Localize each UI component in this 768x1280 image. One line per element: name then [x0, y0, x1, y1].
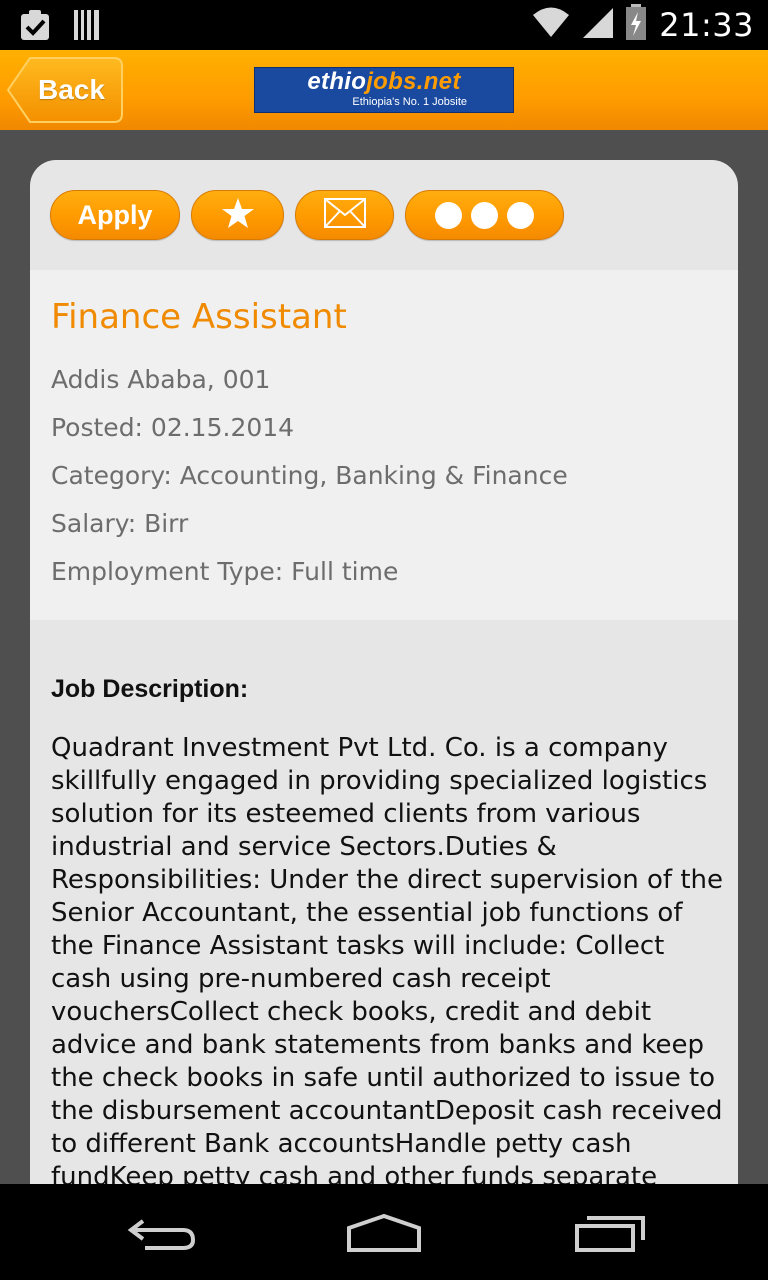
home-nav-icon — [339, 1213, 429, 1262]
back-button[interactable]: Back — [6, 56, 124, 124]
navigation-bar — [0, 1184, 768, 1280]
barcode-icon — [74, 10, 100, 45]
logo-tagline: Ethiopia's No. 1 Jobsite — [352, 96, 467, 108]
description-text: Quadrant Investment Pvt Ltd. Co. is a co… — [51, 733, 723, 1184]
task-check-icon — [18, 8, 52, 47]
recents-nav-icon — [565, 1216, 655, 1262]
wifi-icon — [531, 6, 571, 43]
back-nav-icon — [115, 1219, 205, 1262]
recents-nav-button[interactable] — [565, 1208, 655, 1258]
job-location: Addis Ababa, 001 — [51, 365, 271, 394]
battery-charging-icon — [625, 4, 647, 45]
email-button[interactable] — [295, 190, 394, 240]
more-icon-dot-1 — [435, 201, 462, 229]
signal-icon — [583, 6, 614, 43]
job-title: Finance Assistant — [51, 297, 347, 337]
job-employment-type: Employment Type: Full time — [51, 557, 399, 586]
job-detail-card: Apply Finance Assistant Addis Ababa, 001… — [30, 160, 738, 1184]
status-bar: 21:33 — [0, 0, 768, 50]
ethiojobs-logo: ethiojobs.net Ethiopia's No. 1 Jobsite — [254, 67, 514, 113]
more-icon-dot-2 — [471, 201, 498, 229]
clock: 21:33 — [659, 5, 754, 44]
job-salary: Salary: Birr — [51, 509, 189, 538]
logo-text-jobs: jobs.net — [366, 68, 461, 95]
job-posted-date: Posted: 02.15.2014 — [51, 413, 295, 442]
action-bar: Back ethiojobs.net Ethiopia's No. 1 Jobs… — [0, 50, 768, 130]
action-buttons-row: Apply — [30, 160, 738, 270]
job-info-section: Finance Assistant Addis Ababa, 001 Poste… — [30, 270, 738, 620]
job-category: Category: Accounting, Banking & Finance — [51, 461, 568, 490]
back-nav-button[interactable] — [115, 1208, 205, 1258]
more-button[interactable] — [405, 190, 564, 240]
star-icon — [221, 197, 255, 234]
logo-text-ethio: ethio — [307, 68, 367, 95]
home-nav-button[interactable] — [339, 1208, 429, 1258]
description-heading: Job Description: — [51, 675, 249, 703]
apply-button[interactable]: Apply — [50, 190, 180, 240]
back-label: Back — [38, 74, 105, 105]
save-favorite-button[interactable] — [191, 190, 284, 240]
envelope-icon — [323, 197, 366, 233]
more-icon-dot-3 — [507, 201, 534, 229]
